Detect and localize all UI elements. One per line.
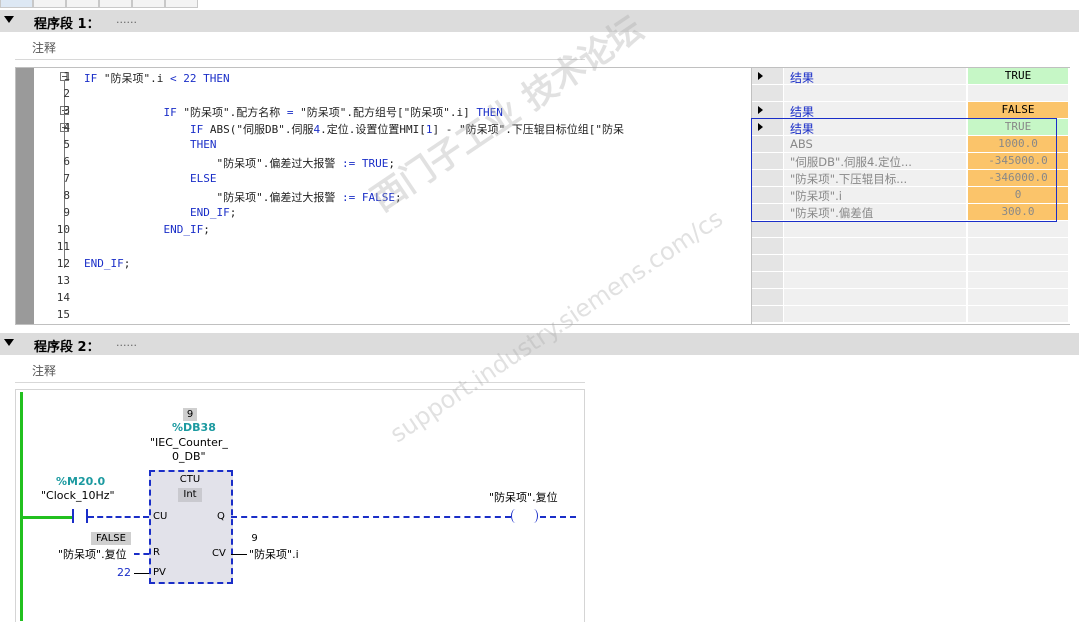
powered-wire xyxy=(22,516,72,519)
code-line[interactable]: END_IF; xyxy=(84,206,236,219)
network-2-title: 程序段 2： xyxy=(34,340,100,355)
wire xyxy=(134,553,149,555)
line-number: 1 xyxy=(63,70,70,83)
result-row xyxy=(752,306,1070,323)
network-1-title-placeholder[interactable]: ...... xyxy=(116,13,137,26)
result-row xyxy=(752,85,1070,102)
network-1-title: 程序段 1： xyxy=(34,17,100,32)
expand-arrow-icon[interactable] xyxy=(758,72,763,80)
line-number: 10 xyxy=(56,223,70,236)
network-1-header[interactable]: 程序段 1： ...... xyxy=(0,10,1079,32)
tab[interactable] xyxy=(165,0,198,8)
pin-r: R xyxy=(153,547,160,558)
pin-cu: CU xyxy=(153,511,168,522)
pin-q: Q xyxy=(217,511,225,522)
coil-tag[interactable]: "防呆项".复位 xyxy=(489,489,558,505)
collapse-triangle-icon[interactable] xyxy=(4,339,14,346)
network-2-title-placeholder[interactable]: ...... xyxy=(116,336,137,349)
tab-strip xyxy=(0,0,200,8)
tab[interactable] xyxy=(99,0,132,8)
network-1-comment[interactable]: 注释 xyxy=(32,39,56,56)
contact-tag[interactable]: "Clock_10Hz" xyxy=(41,489,115,502)
tab[interactable] xyxy=(132,0,165,8)
line-number: 9 xyxy=(63,206,70,219)
pin-cv: CV xyxy=(212,548,226,559)
code-line[interactable]: "防呆项".偏差过大报警 := TRUE; xyxy=(84,155,395,171)
line-number: 8 xyxy=(63,189,70,202)
tab[interactable] xyxy=(0,0,33,8)
line-number: 5 xyxy=(63,138,70,151)
collapse-triangle-icon[interactable] xyxy=(4,16,14,23)
code-line[interactable]: END_IF; xyxy=(84,223,209,236)
code-line[interactable]: ELSE xyxy=(84,172,217,185)
instance-db-name-line1[interactable]: "IEC_Counter_ xyxy=(150,436,228,449)
code-line[interactable]: THEN xyxy=(84,138,217,151)
line-number: 3 xyxy=(63,104,70,117)
line-number: 2 xyxy=(63,87,70,100)
code-line[interactable]: "防呆项".偏差过大报警 := FALSE; xyxy=(84,189,401,205)
instance-db-address[interactable]: %DB38 xyxy=(172,421,216,434)
result-value: TRUE xyxy=(968,68,1068,84)
wire xyxy=(231,516,511,518)
contact-normally-open-icon[interactable] xyxy=(72,509,88,523)
wire xyxy=(540,516,576,518)
result-row xyxy=(752,255,1070,272)
result-label: 结果 xyxy=(790,71,815,85)
code-line[interactable]: IF ABS("伺服DB".伺服4.定位.设置位置HMI[1] - "防呆项".… xyxy=(84,121,624,137)
editor-margin xyxy=(16,68,34,324)
result-row xyxy=(752,221,1070,238)
wire xyxy=(88,516,149,518)
result-row: 结果 TRUE xyxy=(752,68,1070,85)
block-data-type[interactable]: Int xyxy=(178,488,202,502)
line-number: 6 xyxy=(63,155,70,168)
contact-address[interactable]: %M20.0 xyxy=(56,475,105,488)
coil-left-icon[interactable] xyxy=(511,509,520,523)
result-row xyxy=(752,238,1070,255)
block-name: CTU xyxy=(179,474,201,485)
code-line[interactable]: IF "防呆项".i < 22 THEN xyxy=(84,70,230,86)
r-input-tag[interactable]: "防呆项".复位 xyxy=(58,546,127,562)
instance-db-name-line2[interactable]: 0_DB" xyxy=(172,450,206,463)
cv-output-tag[interactable]: "防呆项".i xyxy=(249,546,299,562)
line-number: 14 xyxy=(56,291,70,304)
line-number: 7 xyxy=(63,172,70,185)
result-value: FALSE xyxy=(968,102,1068,118)
r-monitor-value: FALSE xyxy=(91,532,131,545)
power-rail xyxy=(20,392,23,621)
coil-right-icon[interactable] xyxy=(529,509,538,523)
instance-number: 9 xyxy=(183,408,197,421)
ladder-network[interactable] xyxy=(15,389,585,622)
result-row xyxy=(752,272,1070,289)
line-number: 11 xyxy=(56,240,70,253)
comment-divider xyxy=(15,59,585,60)
code-line[interactable]: IF "防呆项".配方名称 = "防呆项".配方组号["防呆项".i] THEN xyxy=(84,104,502,120)
line-number: 12 xyxy=(56,257,70,270)
code-line[interactable]: END_IF; xyxy=(84,257,130,270)
line-number: 13 xyxy=(56,274,70,287)
wire xyxy=(134,573,149,574)
comment-divider xyxy=(15,382,585,383)
wire xyxy=(231,554,247,555)
tab[interactable] xyxy=(66,0,99,8)
tab[interactable] xyxy=(33,0,66,8)
network-2-comment[interactable]: 注释 xyxy=(32,362,56,379)
expand-arrow-icon[interactable] xyxy=(758,106,763,114)
result-row: 结果 FALSE xyxy=(752,102,1070,119)
result-row xyxy=(752,289,1070,306)
cv-monitor-value: 9 xyxy=(251,533,258,544)
result-detail-frame xyxy=(751,118,1057,222)
pin-pv: PV xyxy=(153,567,166,578)
pv-input-value[interactable]: 22 xyxy=(117,566,131,579)
line-number: 15 xyxy=(56,308,70,321)
line-number: 4 xyxy=(63,121,70,134)
